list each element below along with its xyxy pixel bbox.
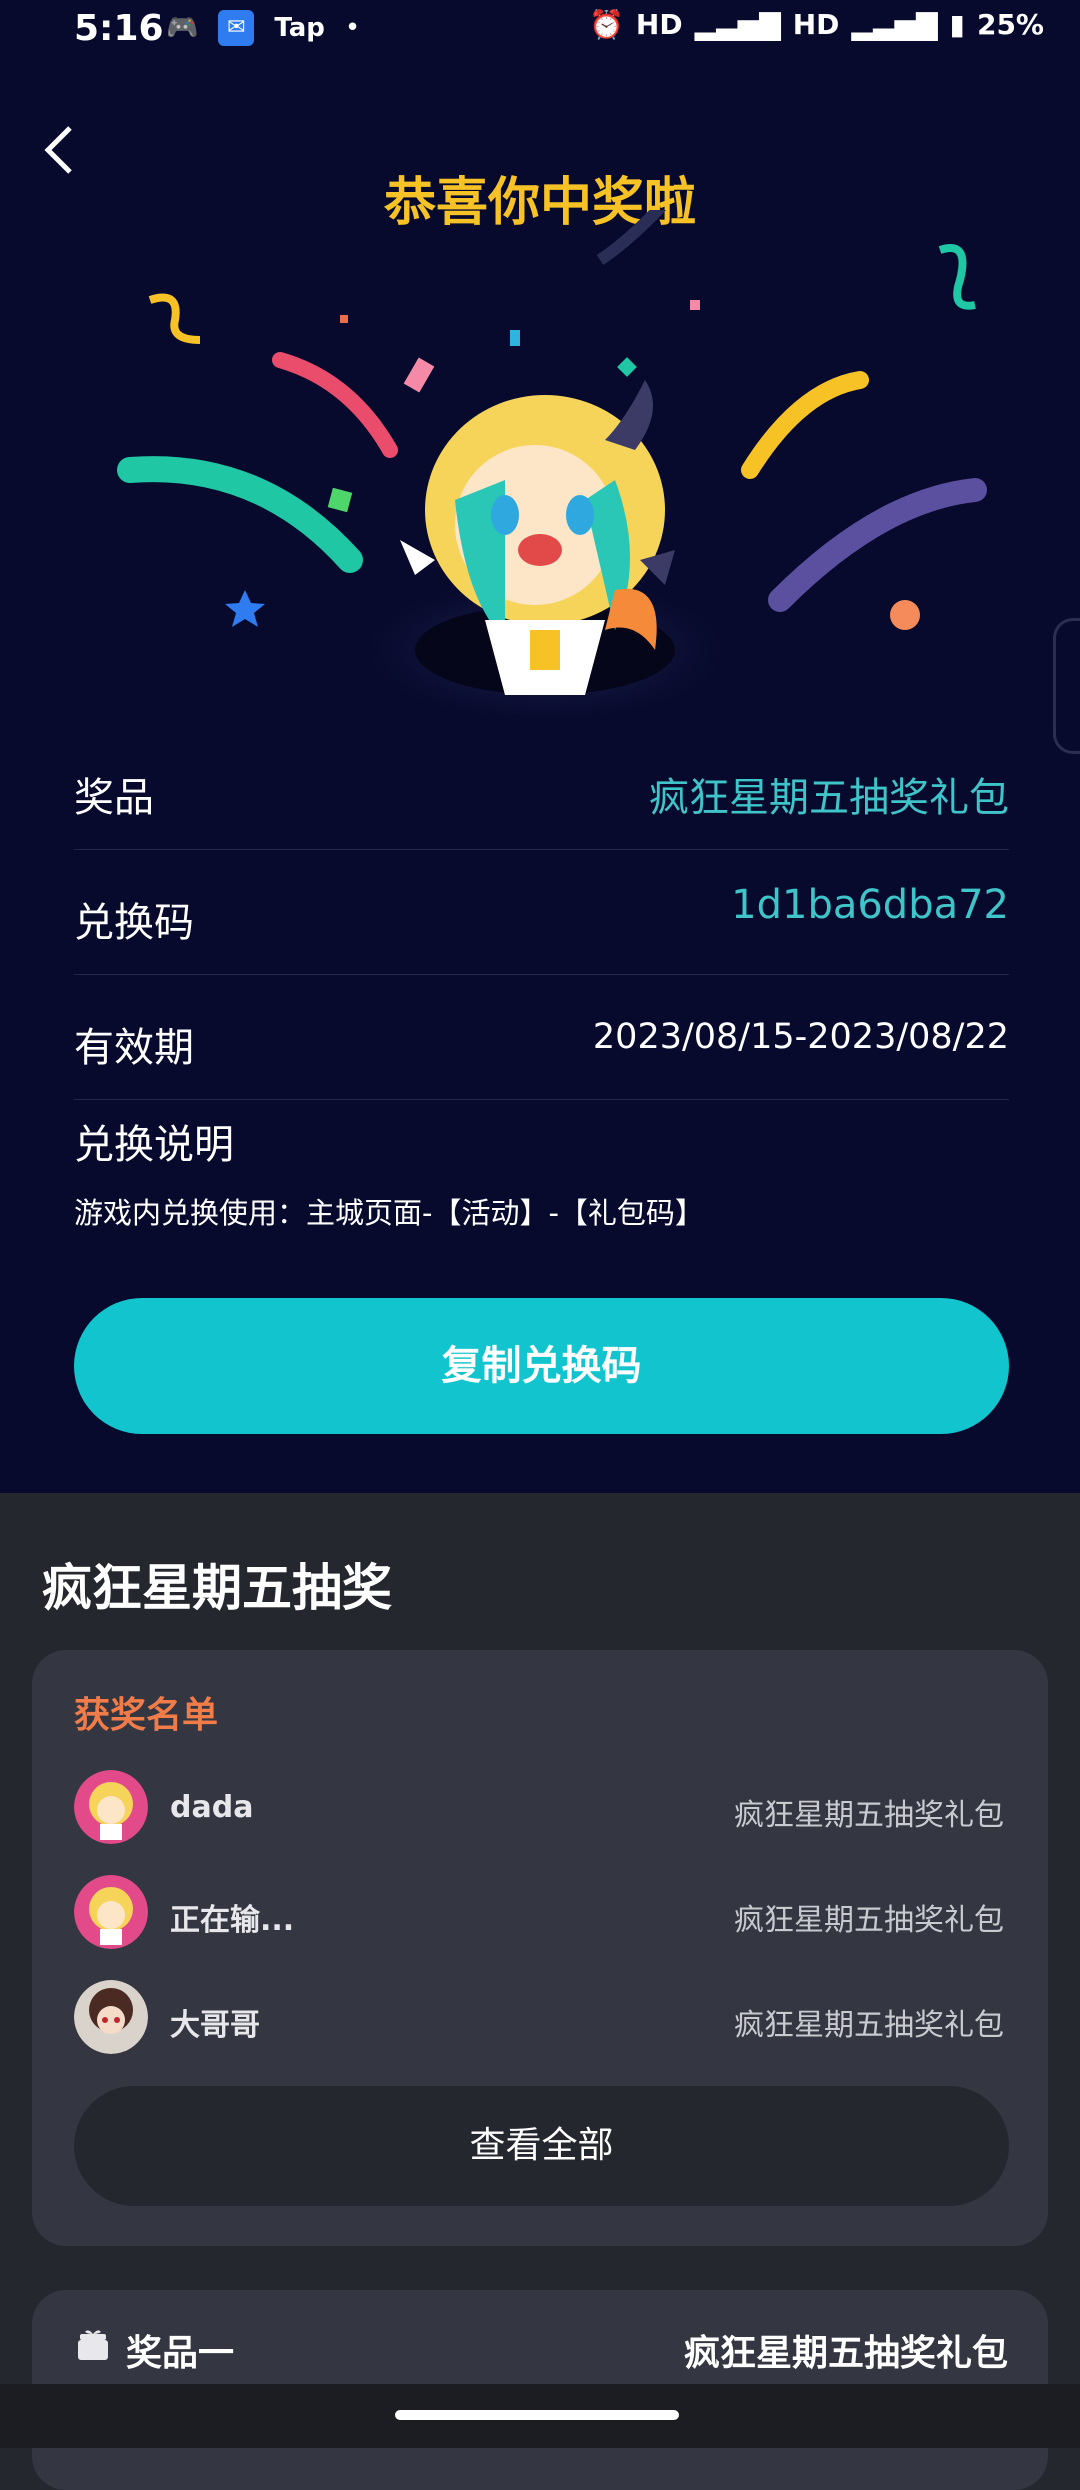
winner-prize: 疯狂星期五抽奖礼包 xyxy=(734,1903,1004,1938)
celebration-illustration xyxy=(117,210,987,730)
battery-percent: 25% xyxy=(976,8,1044,41)
validity-label: 有效期 xyxy=(74,1025,194,1071)
alarm-icon: ⏰ xyxy=(589,8,624,41)
network-hd-2: HD xyxy=(792,8,840,41)
avatar xyxy=(74,1770,148,1844)
winner-prize: 疯狂星期五抽奖礼包 xyxy=(734,2008,1004,2043)
winners-card: 获奖名单 dada 疯狂星期五抽奖礼包 正在输... 疯狂星期五抽奖礼包 大哥哥… xyxy=(32,1650,1048,2246)
lottery-title: 疯狂星期五抽奖 xyxy=(42,1559,392,1617)
winners-title: 获奖名单 xyxy=(74,1695,219,1736)
view-all-button[interactable]: 查看全部 xyxy=(74,2086,1009,2206)
network-hd-1: HD xyxy=(635,8,683,41)
copy-code-button[interactable]: 复制兑换码 xyxy=(74,1298,1009,1434)
list-item[interactable]: 大哥哥 疯狂星期五抽奖礼包 xyxy=(74,1980,1004,2060)
winner-name: 大哥哥 xyxy=(170,2008,260,2043)
status-notifications: 🎮 ✉ Tap • xyxy=(166,10,360,46)
gift-icon xyxy=(78,2330,108,2360)
winner-name: 正在输... xyxy=(170,1903,295,1938)
instructions-label: 兑换说明 xyxy=(74,1122,234,1168)
gamepad-icon: 🎮 xyxy=(166,13,199,43)
status-bar: 5:16 🎮 ✉ Tap • ⏰ HD ▂▃▅▇ HD ▂▃▅▇ ▮ 25% xyxy=(0,0,1080,60)
avatar xyxy=(74,1875,148,1949)
mail-icon: ✉ xyxy=(218,10,255,46)
prize-row: 奖品 疯狂星期五抽奖礼包 xyxy=(74,725,1009,850)
tap-app-icon: Tap xyxy=(274,13,325,43)
status-time: 5:16 xyxy=(74,8,164,49)
prize-one-label: 奖品一 xyxy=(126,2333,235,2374)
validity-row: 有效期 2023/08/15-2023/08/22 xyxy=(74,975,1009,1100)
validity-value: 2023/08/15-2023/08/22 xyxy=(592,1017,1009,1057)
avatar xyxy=(74,1980,148,2054)
instructions-text: 游戏内兑换使用：主城页面-【活动】-【礼包码】 xyxy=(74,1196,704,1230)
code-label: 兑换码 xyxy=(74,900,194,946)
code-row: 兑换码 1d1ba6dba72 xyxy=(74,850,1009,975)
battery-icon: ▮ xyxy=(949,8,965,41)
signal-icon: ▂▃▅▇ xyxy=(694,8,781,41)
list-item[interactable]: dada 疯狂星期五抽奖礼包 xyxy=(74,1770,1004,1850)
code-value[interactable]: 1d1ba6dba72 xyxy=(731,882,1009,928)
list-item[interactable]: 正在输... 疯狂星期五抽奖礼包 xyxy=(74,1875,1004,1955)
status-system-icons: ⏰ HD ▂▃▅▇ HD ▂▃▅▇ ▮ 25% xyxy=(589,8,1044,41)
prize-one-value: 疯狂星期五抽奖礼包 xyxy=(683,2333,1008,2374)
winner-prize: 疯狂星期五抽奖礼包 xyxy=(734,1798,1004,1833)
prize-value: 疯狂星期五抽奖礼包 xyxy=(649,775,1009,821)
prize-label: 奖品 xyxy=(74,775,154,821)
dot-icon: • xyxy=(344,13,361,43)
winner-name: dada xyxy=(170,1790,254,1825)
prize-details: 奖品 疯狂星期五抽奖礼包 兑换码 1d1ba6dba72 有效期 2023/08… xyxy=(74,725,1009,1100)
home-indicator[interactable] xyxy=(395,2410,679,2420)
prize-result-panel: 5:16 🎮 ✉ Tap • ⏰ HD ▂▃▅▇ HD ▂▃▅▇ ▮ 25% 恭… xyxy=(0,0,1080,1493)
side-edge-handle[interactable] xyxy=(1053,618,1080,754)
signal-icon-2: ▂▃▅▇ xyxy=(851,8,938,41)
